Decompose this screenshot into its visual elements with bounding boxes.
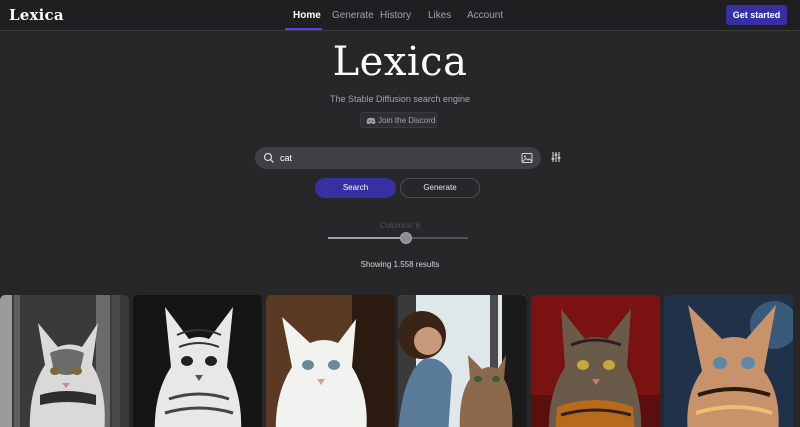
cat-image	[531, 295, 660, 427]
gallery-item[interactable]	[133, 295, 262, 427]
nav-generate[interactable]: Generate	[332, 10, 374, 21]
cat-image	[266, 295, 395, 427]
generate-button[interactable]: Generate	[400, 178, 480, 198]
hero-title: Lexica	[332, 39, 468, 85]
results-count: Showing 1.558 results	[360, 260, 440, 269]
gallery-item[interactable]	[531, 295, 660, 427]
discord-icon	[366, 117, 376, 125]
cat-image	[0, 295, 129, 427]
nav-likes[interactable]: Likes	[428, 10, 451, 21]
columns-slider[interactable]	[328, 232, 468, 244]
active-tab-indicator	[285, 28, 322, 30]
slider-fill	[328, 237, 406, 239]
get-started-button[interactable]: Get started	[726, 5, 787, 25]
search-button[interactable]: Search	[315, 178, 396, 198]
columns-label: Columns: 6	[379, 221, 421, 230]
nav-account[interactable]: Account	[467, 10, 503, 21]
logo[interactable]: Lexica	[9, 6, 64, 24]
hero-subtitle: The Stable Diffusion search engine	[330, 94, 470, 104]
slider-thumb[interactable]	[399, 232, 412, 244]
nav-history[interactable]: History	[380, 10, 411, 21]
join-discord-button[interactable]: Join the Discord	[360, 112, 437, 128]
gallery-item[interactable]	[664, 295, 793, 427]
gallery-item[interactable]	[266, 295, 395, 427]
search-input[interactable]	[280, 150, 510, 166]
gallery-item[interactable]	[398, 295, 527, 427]
cat-image	[664, 295, 793, 427]
search-bar	[255, 147, 541, 169]
nav-home[interactable]: Home	[293, 10, 321, 21]
image-gallery	[0, 295, 800, 427]
discord-label: Join the Discord	[378, 116, 436, 125]
gallery-item[interactable]	[0, 295, 129, 427]
filter-settings-icon[interactable]	[550, 151, 562, 163]
search-icon	[263, 152, 274, 163]
cat-image	[398, 295, 527, 427]
top-nav: Lexica Home Generate History Likes Accou…	[0, 0, 800, 31]
cat-image	[133, 295, 262, 427]
image-search-icon[interactable]	[521, 152, 533, 164]
